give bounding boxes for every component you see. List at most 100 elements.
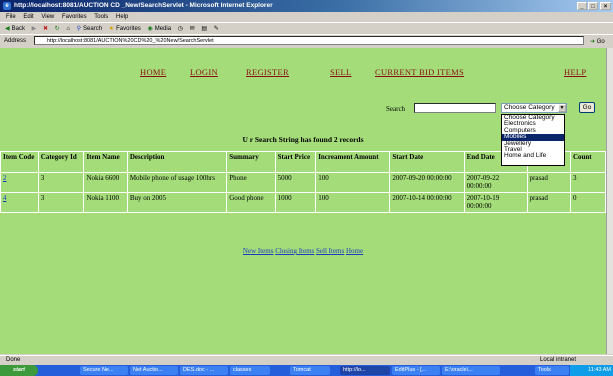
table-cell: 3: [569, 172, 606, 193]
column-header: Summary: [226, 151, 276, 173]
table-cell: Nokia 6600: [83, 172, 128, 193]
column-header: Start Date: [389, 151, 465, 173]
home-icon[interactable]: ⌂: [66, 26, 70, 32]
nav-home-link[interactable]: HOME: [140, 67, 166, 77]
taskbar-item[interactable]: Tools: [535, 366, 569, 375]
menu-file[interactable]: File: [6, 14, 16, 20]
column-header: Item Name: [83, 151, 128, 173]
back-icon[interactable]: ◀: [5, 26, 10, 32]
table-cell: Phone: [226, 172, 276, 193]
menu-bar: File Edit View Favorites Tools Help: [0, 12, 613, 22]
zone-text: Local intranet: [540, 357, 577, 363]
address-label: Address: [4, 38, 27, 44]
table-cell: 5000: [274, 172, 317, 193]
table-cell: 3: [37, 192, 85, 213]
vertical-scrollbar[interactable]: [606, 48, 613, 354]
table-cell: 100: [315, 192, 391, 213]
column-header: Description: [126, 151, 228, 173]
column-header: Increament Amount: [315, 151, 391, 173]
nav-register-link[interactable]: REGISTER: [246, 67, 289, 77]
start-button[interactable]: start: [0, 365, 38, 376]
menu-help[interactable]: Help: [116, 14, 128, 20]
menu-favorites[interactable]: Favorites: [62, 14, 87, 20]
table-cell: prasad: [526, 192, 571, 213]
table-cell: 2007-09-22 00:00:00: [463, 172, 528, 193]
item-code-link[interactable]: 2: [3, 174, 7, 182]
table-cell: Good phone: [226, 192, 276, 213]
favorites-icon[interactable]: ★: [109, 26, 114, 32]
column-header: Count: [569, 151, 606, 173]
refresh-icon[interactable]: ↻: [55, 26, 60, 32]
taskbar-item[interactable]: classes: [230, 366, 270, 375]
table-cell: 2: [0, 172, 39, 193]
table-cell: 4: [0, 192, 39, 213]
table-cell: 2007-10-19 00:00:00: [463, 192, 528, 213]
table-cell: 1000: [274, 192, 317, 213]
forward-icon[interactable]: ▶: [32, 26, 37, 32]
title-bar: e http://localhost:8081/AUCTION CD _New/…: [0, 0, 613, 12]
address-go-button[interactable]: ➔ Go: [590, 36, 605, 48]
print-icon[interactable]: ▤: [201, 26, 207, 32]
taskbar-item[interactable]: Net Auctio...: [130, 366, 178, 375]
footer-sell-items-link[interactable]: Sell Items: [316, 247, 344, 255]
column-header: Start Price: [274, 151, 317, 173]
go-arrow-icon: ➔: [590, 39, 596, 45]
table-cell: Mobile phone of usage 100hrs: [126, 172, 228, 193]
menu-edit[interactable]: Edit: [23, 14, 33, 20]
column-header: Category Id: [37, 151, 85, 173]
category-select[interactable]: Choose Category ▼: [501, 103, 567, 113]
table-cell: prasad: [526, 172, 571, 193]
search-label: Search: [386, 105, 406, 113]
edit-icon[interactable]: ✎: [214, 26, 219, 32]
minimize-button[interactable]: _: [577, 2, 587, 10]
media-icon[interactable]: ◉: [147, 26, 152, 32]
address-go-label: Go: [596, 39, 605, 45]
search-icon[interactable]: ⚲: [77, 26, 81, 32]
maximize-button[interactable]: □: [588, 2, 598, 10]
chevron-down-icon[interactable]: ▼: [558, 104, 566, 112]
item-code-link[interactable]: 4: [3, 194, 7, 202]
table-cell: 100: [315, 172, 391, 193]
status-text: Done: [6, 357, 21, 363]
taskbar-item[interactable]: Secure Ne...: [80, 366, 128, 375]
nav-login-link[interactable]: LOGIN: [190, 67, 218, 77]
taskbar-item[interactable]: DES.doc - ...: [180, 366, 228, 375]
taskbar-item[interactable]: http://lo...: [340, 366, 390, 375]
menu-view[interactable]: View: [41, 14, 54, 20]
menu-tools[interactable]: Tools: [94, 14, 108, 20]
nav-sell-link[interactable]: SELL: [330, 67, 352, 77]
table-cell: 2007-09-20 00:00:00: [389, 172, 465, 193]
history-icon[interactable]: ◷: [178, 26, 183, 32]
search-go-button[interactable]: Go: [579, 102, 595, 113]
search-button[interactable]: Search: [83, 26, 102, 32]
close-button[interactable]: ×: [600, 2, 611, 10]
ie-icon: e: [3, 2, 11, 10]
category-option[interactable]: Home and Life: [502, 152, 564, 159]
table-row: 4 3 Nokia 1100 Buy on 2005 Good phone 1000 100…: [0, 192, 606, 213]
taskbar-item[interactable]: Tomcat: [290, 366, 330, 375]
window-title: http://localhost:8081/AUCTION CD _New/Se…: [14, 2, 273, 9]
back-button[interactable]: Back: [12, 26, 25, 32]
taskbar-item[interactable]: E:\oracle\...: [442, 366, 500, 375]
table-cell: 3: [37, 172, 85, 193]
address-bar: Address http://localhost:8081/AUCTION%20…: [0, 34, 613, 47]
table-cell: Buy on 2005: [126, 192, 228, 213]
stop-icon[interactable]: ✖: [43, 26, 48, 32]
search-input[interactable]: [414, 103, 496, 113]
footer-links: New Items Closing Items Sell Items Home: [0, 247, 606, 255]
footer-new-items-link[interactable]: New Items: [243, 247, 274, 255]
footer-closing-items-link[interactable]: Closing Items: [275, 247, 314, 255]
favorites-button[interactable]: Favorites: [116, 26, 141, 32]
nav-current-bid-items-link[interactable]: CURRENT BID ITEMS: [375, 67, 464, 77]
taskbar-item[interactable]: EditPlus - [...: [392, 366, 440, 375]
mail-icon[interactable]: ✉: [190, 26, 195, 32]
media-button[interactable]: Media: [155, 26, 171, 32]
status-bar: Done Local intranet: [0, 355, 613, 365]
system-tray-clock: 11:43 AM: [570, 365, 613, 376]
address-input[interactable]: http://localhost:8081/AUCTION%20CD%20_%2…: [34, 36, 584, 45]
nav-help-link[interactable]: HELP: [564, 67, 586, 77]
page-viewport: HOME LOGIN REGISTER SELL CURRENT BID ITE…: [0, 48, 606, 354]
taskbar: start Secure Ne... Net Auctio... DES.doc…: [0, 365, 613, 376]
table-cell: 2007-10-14 00:00:00: [389, 192, 465, 213]
footer-home-link[interactable]: Home: [346, 247, 363, 255]
